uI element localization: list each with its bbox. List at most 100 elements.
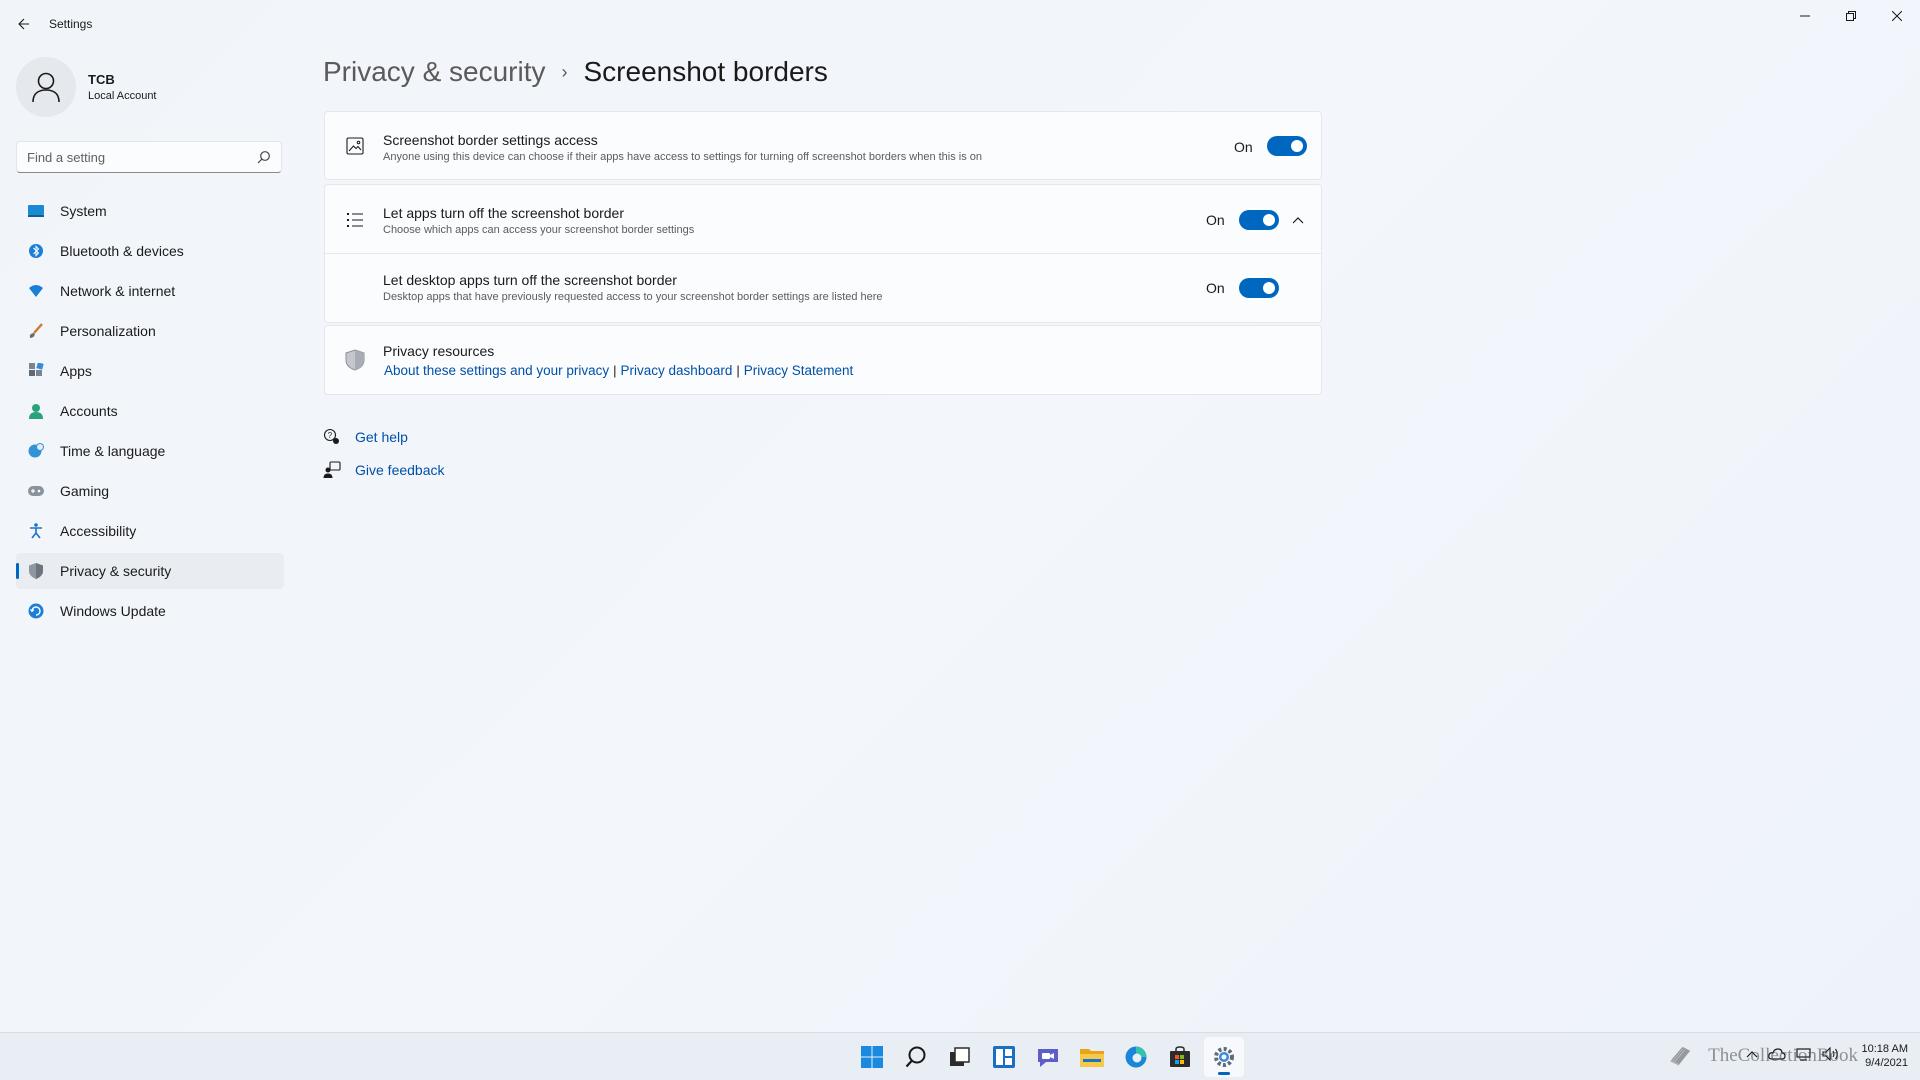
clock-date: 9/4/2021 — [1865, 1057, 1908, 1069]
setting-title: Let apps turn off the screenshot border — [383, 205, 625, 221]
feedback-icon — [323, 461, 341, 479]
search-input[interactable] — [17, 142, 247, 172]
taskbar-clock[interactable]: 10:18 AM 9/4/2021 — [1862, 1042, 1908, 1070]
sidebar-item-label: Windows Update — [60, 603, 166, 619]
chat-button[interactable] — [1028, 1037, 1068, 1077]
start-icon — [861, 1046, 883, 1068]
file-explorer-button[interactable] — [1072, 1037, 1112, 1077]
sidebar-item-label: Bluetooth & devices — [60, 243, 184, 259]
close-icon — [1892, 11, 1902, 21]
setting-title: Let desktop apps turn off the screenshot… — [383, 272, 677, 288]
globe-clock-icon — [28, 443, 44, 459]
system-icon — [28, 203, 44, 219]
settings-taskbar-button[interactable] — [1204, 1037, 1244, 1077]
sidebar-item-label: Time & language — [60, 443, 166, 459]
sidebar-item-accounts[interactable]: Accounts — [16, 393, 284, 429]
task-view-icon — [950, 1047, 970, 1066]
sidebar-item-gaming[interactable]: Gaming — [16, 473, 284, 509]
list-icon — [343, 208, 367, 232]
sidebar-item-label: Gaming — [60, 483, 110, 499]
brush-icon — [28, 323, 44, 339]
account-type: Local Account — [88, 90, 157, 102]
sidebar-item-label: Network & internet — [60, 283, 176, 299]
shield-icon — [343, 348, 367, 372]
title-bar: Settings — [0, 0, 1920, 48]
let-desktop-apps-turn-off-border-toggle[interactable] — [1239, 278, 1279, 298]
privacy-statement-link[interactable]: Privacy Statement — [744, 363, 854, 378]
taskbar: 10:18 AM 9/4/2021 — [0, 1032, 1920, 1080]
sidebar-item-label: Personalization — [60, 323, 156, 339]
sidebar-item-windows-update[interactable]: Windows Update — [16, 593, 284, 629]
apps-icon — [28, 363, 44, 379]
svg-text:?: ? — [328, 431, 333, 440]
search-icon[interactable] — [257, 150, 271, 164]
restore-button[interactable] — [1828, 0, 1874, 32]
let-apps-turn-off-border-toggle[interactable] — [1239, 210, 1279, 230]
store-icon — [1170, 1046, 1190, 1067]
toggle-state-label: On — [1206, 212, 1225, 228]
get-help-label: Get help — [355, 429, 408, 445]
setting-let-desktop-apps-turn-off-border: Let desktop apps turn off the screenshot… — [324, 254, 1322, 323]
widgets-button[interactable] — [984, 1037, 1024, 1077]
restore-icon — [1846, 11, 1856, 21]
taskbar-search-button[interactable] — [896, 1037, 936, 1077]
edge-button[interactable] — [1116, 1037, 1156, 1077]
accessibility-icon — [28, 523, 44, 539]
app-title: Settings — [49, 17, 93, 31]
privacy-resources-title: Privacy resources — [383, 343, 495, 359]
watermark: TheCollectionBook — [1668, 1032, 1858, 1080]
help-icon: ? — [323, 428, 341, 446]
search-box — [16, 141, 282, 173]
sidebar-item-privacy-security[interactable]: Privacy & security — [16, 553, 284, 589]
store-button[interactable] — [1160, 1037, 1200, 1077]
setting-description: Anyone using this device can choose if t… — [383, 151, 983, 163]
sidebar-item-label: Apps — [60, 363, 92, 379]
setting-title: Screenshot border settings access — [383, 132, 598, 148]
setting-screenshot-border-access: Screenshot border settings access Anyone… — [324, 111, 1322, 180]
sidebar-item-personalization[interactable]: Personalization — [16, 313, 284, 349]
sidebar-item-time-language[interactable]: Time & language — [16, 433, 284, 469]
breadcrumb-parent[interactable]: Privacy & security — [323, 56, 546, 88]
privacy-links: About these settings and your privacy | Pr… — [384, 362, 853, 380]
start-button[interactable] — [852, 1037, 892, 1077]
avatar — [16, 57, 76, 117]
network-icon — [28, 283, 44, 299]
setting-description: Choose which apps can access your screen… — [383, 224, 695, 236]
close-button[interactable] — [1874, 0, 1920, 32]
image-icon — [343, 134, 367, 158]
task-view-button[interactable] — [940, 1037, 980, 1077]
privacy-dashboard-link[interactable]: Privacy dashboard — [621, 363, 733, 378]
accounts-icon — [28, 403, 44, 419]
file-explorer-icon — [1080, 1049, 1104, 1067]
breadcrumb: Privacy & security › Screenshot borders — [323, 56, 828, 88]
chevron-up-icon — [1292, 217, 1304, 224]
get-help-link[interactable]: ? Get help — [323, 428, 408, 446]
update-icon — [28, 603, 44, 619]
widgets-icon — [993, 1046, 1015, 1068]
sidebar-item-accessibility[interactable]: Accessibility — [16, 513, 284, 549]
collapse-button[interactable] — [1286, 208, 1310, 232]
gamepad-icon — [28, 483, 44, 499]
user-name: TCB — [88, 72, 115, 87]
sidebar-item-bluetooth[interactable]: Bluetooth & devices — [16, 233, 284, 269]
about-settings-privacy-link[interactable]: About these settings and your privacy — [384, 363, 609, 378]
sidebar-item-label: Privacy & security — [60, 563, 172, 579]
sidebar-item-label: System — [60, 203, 107, 219]
setting-let-apps-turn-off-border: Let apps turn off the screenshot border … — [324, 184, 1322, 254]
page-title: Screenshot borders — [583, 56, 828, 87]
sidebar-item-label: Accounts — [60, 403, 118, 419]
chat-icon — [1038, 1049, 1058, 1067]
toggle-state-label: On — [1206, 280, 1225, 296]
edge-icon — [1125, 1046, 1147, 1068]
back-button[interactable] — [12, 10, 36, 38]
sidebar-item-system[interactable]: System — [16, 193, 284, 229]
privacy-resources-card: Privacy resources About these settings a… — [324, 325, 1322, 395]
shield-icon — [28, 563, 44, 579]
sidebar-item-apps[interactable]: Apps — [16, 353, 284, 389]
give-feedback-link[interactable]: Give feedback — [323, 461, 445, 479]
sidebar-item-network[interactable]: Network & internet — [16, 273, 284, 309]
minimize-icon — [1800, 15, 1810, 17]
screenshot-border-access-toggle[interactable] — [1267, 136, 1307, 156]
minimize-button[interactable] — [1782, 0, 1828, 32]
settings-icon — [1214, 1047, 1234, 1067]
